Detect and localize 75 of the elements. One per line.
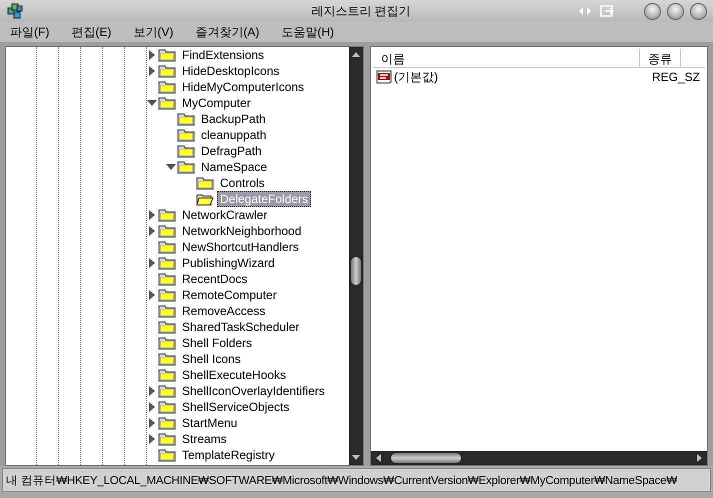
folder-icon <box>158 352 176 366</box>
tree-item[interactable]: NewShortcutHandlers <box>179 239 302 255</box>
folder-icon <box>158 272 176 286</box>
tree-item[interactable]: MyComputer <box>179 95 254 111</box>
folder-icon <box>158 304 176 318</box>
tree-item[interactable]: DefragPath <box>198 143 265 159</box>
folder-icon <box>177 112 195 126</box>
folder-icon <box>158 288 176 302</box>
status-path: 내 컴퓨터₩HKEY_LOCAL_MACHINE₩SOFTWARE₩Microsoft₩Windows₩CurrentVersion₩Explorer₩MyComputer₩NameSpace₩ <box>6 474 677 488</box>
tree-item[interactable]: TemplateRegistry <box>179 447 278 463</box>
tree-item[interactable]: PublishingWizard <box>179 255 278 271</box>
tree-item[interactable]: Shell Icons <box>179 351 244 367</box>
folder-icon <box>158 256 176 270</box>
folder-icon <box>177 160 195 174</box>
tree-item[interactable]: ShellIconOverlayIdentifiers <box>179 383 328 399</box>
tree-item[interactable]: RecentDocs <box>179 271 250 287</box>
scroll-down-icon <box>352 455 360 461</box>
minimize-button[interactable] <box>644 2 661 20</box>
folder-icon <box>196 176 214 190</box>
folder-icon <box>158 336 176 350</box>
folder-icon <box>177 144 195 158</box>
menu-item[interactable]: 즐겨찾기(A) <box>195 24 260 40</box>
vertical-scrollbar[interactable] <box>349 47 363 465</box>
tree-item[interactable]: cleanuppath <box>198 127 270 143</box>
folder-icon <box>158 224 176 238</box>
tree-item[interactable]: Streams <box>179 431 230 447</box>
folder-icon <box>158 48 176 62</box>
folder-icon <box>158 448 176 462</box>
tree-item[interactable]: NetworkNeighborhood <box>179 223 304 239</box>
tree-item[interactable]: HideMyComputerIcons <box>179 79 308 95</box>
tree-item[interactable]: ShellServiceObjects <box>179 399 292 415</box>
column-header[interactable]: 종류 <box>640 49 681 67</box>
registry-app-icon <box>6 2 24 20</box>
tree-item[interactable]: ShellExecuteHooks <box>179 367 290 383</box>
value-type: REG_SZ <box>652 70 700 84</box>
tree-item[interactable]: HideDesktopIcons <box>179 63 282 79</box>
folder-icon <box>158 368 176 382</box>
scrollbar-thumb[interactable] <box>351 257 361 285</box>
folder-icon <box>158 384 176 398</box>
tree-item[interactable]: NetworkCrawler <box>179 207 270 223</box>
folder-icon <box>158 208 176 222</box>
folder-icon <box>158 80 176 94</box>
maximize-button[interactable] <box>667 2 684 20</box>
tree-item[interactable]: Controls <box>217 175 268 191</box>
folder-icon <box>158 64 176 78</box>
folder-icon <box>177 128 195 142</box>
folder-icon <box>158 432 176 446</box>
tree-item[interactable]: NameSpace <box>198 159 270 175</box>
horizontal-scrollbar[interactable] <box>371 451 707 465</box>
menu-item[interactable]: 도움말(H) <box>281 24 334 40</box>
tree-item[interactable]: SharedTaskScheduler <box>179 319 302 335</box>
folder-icon <box>158 400 176 414</box>
tree-item[interactable]: StartMenu <box>179 415 240 431</box>
menu-item[interactable]: 보기(V) <box>133 24 174 40</box>
scroll-right-icon <box>697 454 703 462</box>
open-folder-icon <box>196 192 214 206</box>
string-value-icon <box>376 70 392 84</box>
tree-item[interactable]: RemoveAccess <box>179 303 268 319</box>
folder-icon <box>158 320 176 334</box>
tree-item[interactable]: RemoteComputer <box>179 287 280 303</box>
menu-item[interactable]: 편집(E) <box>71 24 112 40</box>
folder-icon <box>158 240 176 254</box>
value-name[interactable]: (기본값) <box>394 68 652 86</box>
scroll-up-icon <box>352 51 360 57</box>
tree-item[interactable]: FindExtensions <box>179 47 268 63</box>
folder-icon <box>158 416 176 430</box>
scrollbar-thumb[interactable] <box>391 453 461 463</box>
folder-icon <box>158 96 176 110</box>
window-title: 레지스트리 편집기 <box>310 2 412 20</box>
close-button[interactable] <box>690 2 707 20</box>
tree-item[interactable]: Shell Folders <box>179 335 256 351</box>
menu-item[interactable]: 파일(F) <box>10 24 50 40</box>
column-header[interactable]: 이름 <box>373 49 640 67</box>
tree-item[interactable]: BackupPath <box>198 111 269 127</box>
scroll-left-icon <box>375 454 381 462</box>
